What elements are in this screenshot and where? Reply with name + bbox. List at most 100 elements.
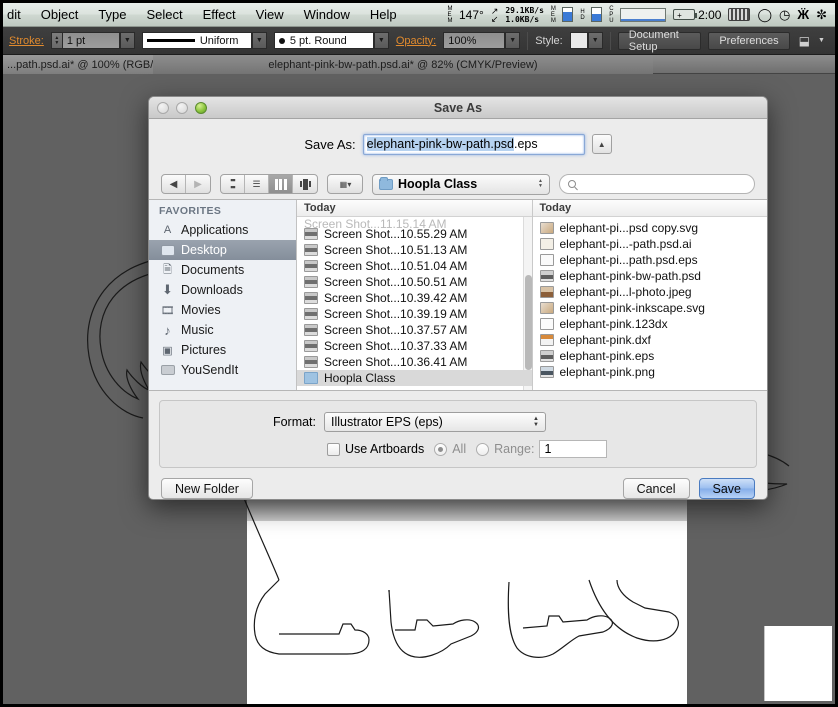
sidebar-item-movies[interactable]: 🎞 Movies [149,300,296,320]
list-item[interactable]: elephant-pi...psd copy.svg [533,220,768,236]
graphic-style-swatch[interactable] [569,32,588,49]
list-item[interactable]: Screen Shot...10.51.13 AM [297,242,532,258]
transform-control[interactable]: ⬓ ▼ [799,32,829,49]
sidebar-item-documents[interactable]: 🗎 Documents [149,260,296,280]
clock-icon[interactable]: ◷ [779,8,790,21]
forward-button[interactable]: ▶ [186,175,210,193]
menu-select[interactable]: Select [137,4,193,26]
column-view-button[interactable] [269,175,293,193]
path-popup-button[interactable]: Hoopla Class ▲ ▼ [372,173,550,195]
document-setup-button[interactable]: Document Setup [617,29,702,53]
list-item[interactable]: elephant-pi...-path.psd.ai [533,236,768,252]
close-button-icon[interactable] [157,102,169,114]
stroke-weight-dropdown-icon[interactable]: ▼ [119,32,135,49]
sidebar-item-music[interactable]: ♪ Music [149,320,296,340]
transform-dropdown-icon[interactable]: ▼ [814,32,829,49]
stroke-profile-control[interactable]: Uniform ▼ [141,32,267,49]
coverflow-view-button[interactable] [293,175,317,193]
format-options-group: Format: Illustrator EPS (eps) ▲ ▼ Use Art… [159,400,757,468]
browser-column-1[interactable]: Screen Shot...11.15.21 AM Screen Shot...… [297,200,533,390]
battery-status[interactable]: + 2:00 [673,8,721,22]
list-item[interactable]: Screen Shot...10.50.51 AM [297,274,532,290]
dialog-title-bar[interactable]: Save As [149,97,767,119]
list-item[interactable]: Screen Shot...10.51.04 AM [297,258,532,274]
sidebar-item-desktop[interactable]: Desktop [149,240,296,260]
sidebar-label-desktop: Desktop [181,243,227,257]
list-item[interactable]: elephant-pink.123dx [533,316,768,332]
stroke-profile-dropdown-icon[interactable]: ▼ [251,32,267,49]
list-item[interactable]: Screen Shot...10.37.57 AM [297,322,532,338]
stroke-profile-value[interactable]: Uniform [141,32,252,49]
graphic-style-control[interactable]: ▼ [569,32,603,49]
menu-effect[interactable]: Effect [193,4,246,26]
menu-window[interactable]: Window [294,4,360,26]
list-item[interactable]: elephant-pink.dxf [533,332,768,348]
brush-definition-control[interactable]: 5 pt. Round ▼ [273,32,389,49]
sidebar-item-yousendit[interactable]: YouSendIt [149,360,296,380]
stroke-weight-stepper[interactable]: ▲ ▼ [50,32,62,49]
new-folder-button[interactable]: New Folder [161,478,253,499]
back-button[interactable]: ◀ [162,175,186,193]
list-item[interactable]: Screen Shot...10.36.41 AM [297,354,532,370]
sidebar-item-downloads[interactable]: ⬇ Downloads [149,280,296,300]
binoculars-icon[interactable]: Ӝ [797,8,809,21]
list-item[interactable]: elephant-pi...path.psd.eps [533,252,768,268]
zoom-button-icon[interactable] [195,102,207,114]
browser-column-2[interactable]: Today elephant-pi...psd copy.svg elephan… [532,200,768,390]
opacity-control[interactable]: 100% ▼ [443,32,521,49]
sidebar-item-applications[interactable]: A Applications [149,220,296,240]
save-button[interactable]: Save [698,478,755,499]
menu-object[interactable]: Object [31,4,89,26]
list-item[interactable]: elephant-pi...l-photo.jpeg [533,284,768,300]
opacity-label[interactable]: Opacity: [396,35,436,47]
all-radio[interactable]: All [434,442,466,456]
brush-definition-dropdown-icon[interactable]: ▼ [373,32,389,49]
range-radio[interactable]: Range: 1 [476,440,608,458]
format-select[interactable]: Illustrator EPS (eps) ▲ ▼ [324,412,546,432]
speech-bubble-icon[interactable]: ◯ [757,8,772,21]
icon-view-button[interactable]: ▪▪ ▪▪ [221,175,245,193]
list-item[interactable]: elephant-pink.png [533,364,768,380]
brush-definition-value[interactable]: 5 pt. Round [273,32,374,49]
menu-type[interactable]: Type [88,4,136,26]
stroke-weight-control[interactable]: ▲ ▼ 1 pt ▼ [50,32,135,49]
save-as-dialog: Save As Save As: elephant-pink-bw-path.p… [148,96,768,500]
cancel-button[interactable]: Cancel [622,478,690,499]
use-artboards-checkbox[interactable]: Use Artboards [327,442,424,456]
list-item-label: elephant-pi...-path.psd.ai [559,237,692,251]
list-item[interactable]: Screen Shot...10.37.33 AM [297,338,532,354]
search-input[interactable] [559,174,755,194]
document-tab-inactive[interactable]: ...path.psd.ai* @ 100% (RGB/Preview) [3,55,153,74]
stroke-weight-value[interactable]: 1 pt [61,32,120,49]
list-item-selected-folder[interactable]: Hoopla Class [297,370,532,386]
minimize-button-icon[interactable] [176,102,188,114]
document-tab-active[interactable]: elephant-pink-bw-path.psd.ai* @ 82% (CMY… [153,55,653,74]
list-item[interactable]: Screen Shot...10.39.19 AM [297,306,532,322]
filename-input[interactable]: elephant-pink-bw-path.psd .eps [362,133,585,155]
collapse-dialog-button[interactable]: ▲ [591,134,612,154]
list-view-button[interactable]: ☰ [245,175,269,193]
range-input[interactable]: 1 [539,440,608,458]
os-menu-bar: dit Object Type Select Effect View Windo… [3,3,835,27]
stroke-label[interactable]: Stroke: [9,35,44,47]
ai-file-icon [539,238,554,250]
screenshot-icon [304,260,318,272]
bluetooth-icon[interactable]: ✼ [816,8,827,21]
sidebar-item-pictures[interactable]: ▣ Pictures [149,340,296,360]
opacity-value[interactable]: 100% [443,32,506,49]
menu-help[interactable]: Help [360,4,407,26]
menu-view[interactable]: View [246,4,294,26]
list-item[interactable]: elephant-pink.eps [533,348,768,364]
bottom-right-panel[interactable] [764,626,832,701]
list-item[interactable]: elephant-pink-inkscape.svg [533,300,768,316]
generic-file-icon [539,318,554,330]
graphic-style-dropdown-icon[interactable]: ▼ [587,32,603,49]
menu-edit[interactable]: dit [3,4,31,26]
opacity-dropdown-icon[interactable]: ▼ [505,32,521,49]
preferences-button[interactable]: Preferences [708,31,790,50]
list-item[interactable]: elephant-pink-bw-path.psd [533,268,768,284]
list-item[interactable]: Screen Shot...10.39.42 AM [297,290,532,306]
timemachine-icon[interactable] [728,8,751,21]
action-menu-button[interactable]: ▦ ▾ [327,174,363,194]
sidebar-label-applications: Applications [181,223,249,237]
